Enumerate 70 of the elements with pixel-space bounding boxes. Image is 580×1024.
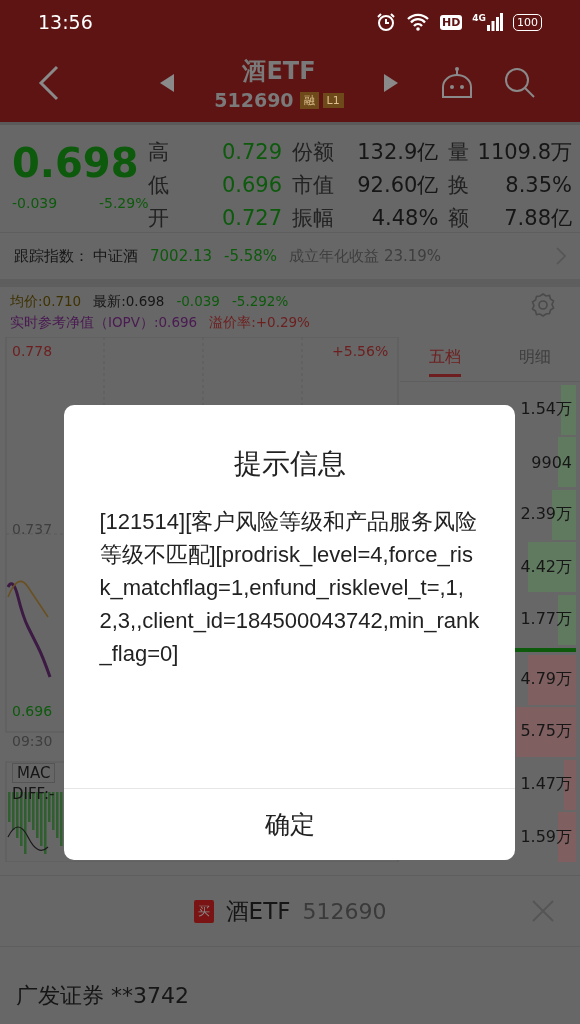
battery-indicator: 100 [513,13,542,31]
sheet-stock-name: 酒ETF [225,896,291,926]
status-time: 13:56 [38,11,93,33]
stat-label: 份额 [292,139,334,166]
back-icon[interactable] [38,65,60,101]
tag: 融 [299,91,319,109]
diff-label: DIFF:- [12,785,55,803]
stock-code: 512690 [214,89,294,111]
dialog-message: [121514][客户风险等级和产品服务风险等级不匹配][prodrisk_level=4,force_risk_matchflag=1,enfund_risklevel_t=,1,2,3,,client_id=184500043742,min_rank_flag=0] [99,508,480,668]
premium-rate: 溢价率:+0.29% [209,313,310,332]
stat-label: 低 [148,172,170,199]
stat-label: 振幅 [292,205,334,232]
stat-label: 额 [448,205,470,232]
order-volume: 1.77万 [520,609,572,631]
stock-title: 酒ETF [242,56,316,87]
order-volume: 2.39万 [520,504,572,526]
order-volume: 4.79万 [520,668,572,690]
stat-value: 1109.8万 [477,139,572,166]
intraday-change-percent: -5.292% [231,292,289,311]
tracking-index-name: 中证酒 [93,246,138,266]
stat-label: 开 [148,205,170,232]
stat-label: 换 [448,172,470,199]
order-volume: 1.59万 [520,826,572,848]
indicator-selector[interactable]: MAC [12,763,56,783]
dif-line [7,826,49,851]
dialog-title: 提示信息 [233,446,346,482]
wifi-icon [406,13,430,31]
last-price: 0.698 [12,139,140,188]
axis-high-percent: +5.56% [332,343,389,359]
stat-value: 0.729 [221,139,282,166]
stat-value: 0.696 [221,172,282,199]
average-price: 均价:0.710 [10,292,82,311]
order-volume: 4.42万 [520,556,572,578]
hd-badge: HD [440,14,463,30]
tracking-label: 跟踪指数： [14,246,89,266]
stat-value: 4.48% [371,205,439,232]
stat-value: 7.88亿 [504,205,572,232]
next-icon[interactable] [384,74,398,92]
order-volume: 1.47万 [520,774,572,796]
intraday-change: -0.039 [176,292,220,311]
stat-value: 8.35% [505,172,572,199]
stat-value: 132.9亿 [357,139,439,166]
alarm-clock-icon [376,12,396,32]
stat-value: 0.727 [221,205,282,232]
price-change-percent: -5.29% [98,195,149,211]
broker-account: 广发证券 **3742 [16,982,190,1010]
average-price-line [7,580,49,618]
search-icon[interactable] [504,67,536,99]
network-type: 4G [472,13,486,23]
previous-icon[interactable] [160,74,174,92]
order-volume: 9904 [531,452,572,472]
price-change: -0.039 [12,195,58,211]
index-value: 7002.13 [150,247,213,265]
confirm-button[interactable]: 确定 [64,788,515,860]
buy-badge: 买 [193,899,214,923]
axis-high-price: 0.778 [12,343,53,359]
stat-label: 量 [448,139,470,166]
stat-label: 高 [148,139,170,166]
tag: L1 [322,92,344,108]
iopv-value: 实时参考净值（IOPV）:0.696 [10,313,198,332]
order-book-tab[interactable]: 五档 [429,340,461,377]
axis-low-price: 0.696 [12,703,53,719]
signal-icon [487,13,503,31]
order-volume: 5.75万 [520,721,572,743]
index-change: -5.58% [224,247,278,265]
order-volume: 1.54万 [520,398,572,420]
stat-label: 市值 [292,172,334,199]
latest-price: 最新:0.698 [93,292,165,311]
robot-icon[interactable] [440,67,474,99]
stat-value: 92.60亿 [357,172,439,199]
